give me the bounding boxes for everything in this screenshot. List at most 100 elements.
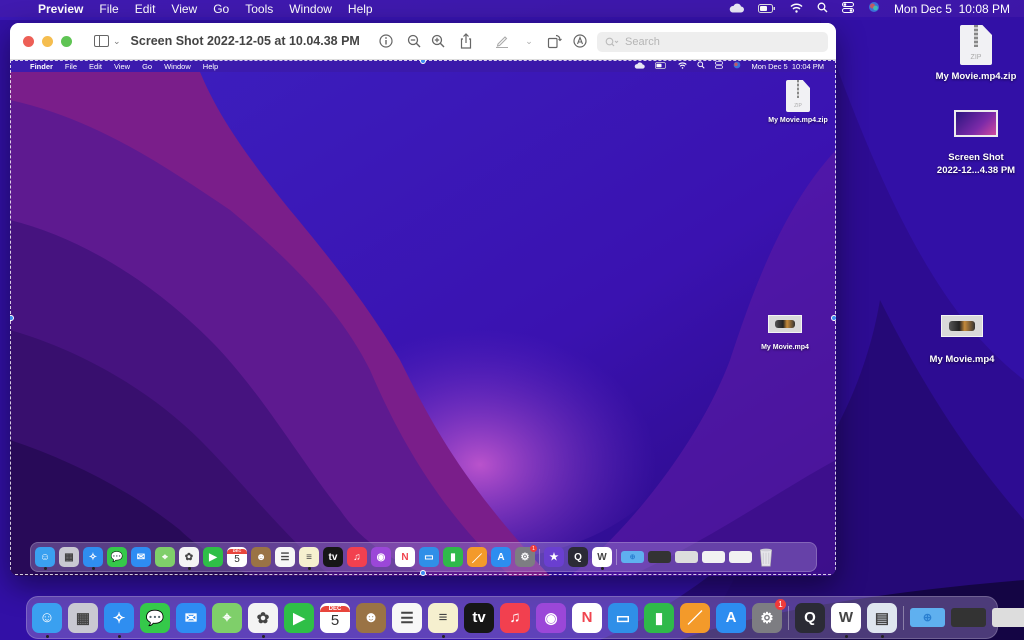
sidebar-toggle-icon[interactable]	[94, 35, 109, 47]
running-indicator	[261, 634, 265, 638]
dock-app-keynote[interactable]: ▭	[608, 602, 638, 633]
dock-app-maps[interactable]: ⌖	[212, 602, 242, 633]
selection-rectangle[interactable]	[10, 60, 836, 576]
markup-menu-chevron-icon[interactable]: ⌄	[521, 33, 537, 49]
search-placeholder: Search	[625, 36, 660, 48]
dock-app-finder[interactable]: ☺	[32, 602, 62, 638]
dock-app-system-preferences[interactable]: ⚙ 1	[752, 598, 786, 633]
zip-file-icon: ZIP	[960, 25, 992, 65]
minimize-button[interactable]	[42, 35, 53, 47]
dock-stack-recent-safari-window[interactable]	[951, 608, 986, 627]
calendar-month: DEC	[320, 605, 350, 613]
messages-icon: 💬	[145, 609, 165, 627]
finder-icon: ☺	[39, 609, 55, 626]
share-icon[interactable]	[458, 33, 474, 49]
menu-window[interactable]: Window	[289, 2, 332, 16]
dock-app-photos[interactable]: ✿	[248, 602, 278, 638]
dock-app-preview[interactable]: ▤	[867, 602, 897, 638]
microsoft-word-icon: W	[838, 609, 854, 626]
dock-app-tv[interactable]: tv	[464, 602, 494, 633]
notes-icon: ≡	[438, 609, 448, 626]
podcasts-icon: ◉	[544, 609, 558, 627]
icloud-icon[interactable]	[729, 2, 744, 16]
spotlight-search-icon[interactable]	[817, 2, 828, 16]
dock-app-messages[interactable]: 💬	[140, 602, 170, 633]
zoom-in-icon[interactable]	[430, 33, 446, 49]
facetime-icon: ▶	[293, 609, 305, 627]
dock-app-contacts[interactable]: ☻	[356, 602, 386, 633]
wifi-icon[interactable]	[790, 2, 803, 16]
running-indicator	[117, 634, 121, 638]
chevron-down-icon[interactable]: ⌄	[113, 36, 121, 47]
selection-handle-left[interactable]	[10, 315, 14, 321]
dock-app-music[interactable]: ♫	[500, 602, 530, 633]
menu-help[interactable]: Help	[348, 2, 373, 16]
desktop-icon-screenshot[interactable]: Screen Shot 2022-12...4.38 PM	[930, 110, 1022, 176]
running-indicator	[844, 634, 848, 638]
dock-app-quicktime-player[interactable]: Q	[795, 602, 825, 633]
mail-icon: ✉	[184, 609, 198, 627]
preview-window: ⌄ Screen Shot 2022-12-05 at 10.04.38 PM …	[10, 23, 836, 576]
menu-file[interactable]: File	[99, 2, 118, 16]
contacts-icon: ☻	[363, 609, 379, 626]
movie-thumbnail-icon	[941, 315, 983, 337]
dock-app-pages[interactable]: ／	[680, 602, 710, 633]
dock-app-reminders[interactable]: ☰	[392, 602, 422, 633]
search-icon	[605, 37, 619, 47]
dock-app-safari[interactable]: ✧	[104, 602, 134, 638]
selection-handle-bottom[interactable]	[420, 570, 426, 576]
menu-app-name[interactable]: Preview	[38, 2, 83, 16]
rotate-icon[interactable]	[546, 33, 562, 49]
preview-icon: ▤	[874, 609, 890, 627]
menu-tools[interactable]: Tools	[245, 2, 273, 16]
desktop-icon-movie[interactable]: My Movie.mp4	[922, 315, 1002, 365]
menu-view[interactable]: View	[171, 2, 197, 16]
desktop-icon-zip[interactable]: ZIP My Movie.mp4.zip	[930, 25, 1022, 82]
menu-go[interactable]: Go	[213, 2, 229, 16]
dock-app-calendar[interactable]: DEC 5	[320, 602, 350, 633]
zoom-out-icon[interactable]	[406, 33, 422, 49]
desktop-icon-label: Screen Shot	[948, 152, 1004, 163]
window-titlebar[interactable]: ⌄ Screen Shot 2022-12-05 at 10.04.38 PM …	[10, 23, 836, 60]
selection-handle-top[interactable]	[420, 60, 426, 64]
dock: ☺ ▦ ✧ 💬 ✉ ⌖ ✿ ▶ DEC 5 ☻ ☰ ≡ tv ♫ ◉ N ▭ ▮ ／ A ⚙ 1 Q W ▤ ⊕	[26, 596, 1024, 639]
annotate-icon[interactable]	[572, 33, 588, 49]
window-title: Screen Shot 2022-12-05 at 10.04.38 PM	[130, 34, 360, 48]
quicktime-player-icon: Q	[804, 609, 816, 626]
dock-app-numbers[interactable]: ▮	[644, 602, 674, 633]
search-field[interactable]: Search	[597, 32, 828, 52]
close-button[interactable]	[23, 35, 34, 47]
tv-icon: tv	[472, 609, 486, 626]
menu-bar: Preview File Edit View Go Tools Window H…	[0, 0, 1024, 17]
numbers-icon: ▮	[654, 609, 664, 627]
music-icon: ♫	[509, 609, 521, 626]
dock-app-news[interactable]: N	[572, 602, 602, 633]
battery-icon[interactable]	[757, 2, 776, 16]
downloads-icon: ⊕	[922, 612, 933, 624]
dock-app-app-store[interactable]: A	[716, 602, 746, 633]
control-center-icon[interactable]	[841, 1, 854, 16]
selection-handle-right[interactable]	[831, 315, 836, 321]
notification-badge: 1	[775, 598, 786, 610]
calendar-icon: 5	[330, 612, 340, 630]
dock-app-podcasts[interactable]: ◉	[536, 602, 566, 633]
siri-icon[interactable]	[868, 1, 880, 16]
dock-app-notes[interactable]: ≡	[428, 602, 458, 638]
dock-stack-recent-photos-window[interactable]	[992, 608, 1024, 627]
menu-edit[interactable]: Edit	[135, 2, 156, 16]
menu-clock[interactable]: Mon Dec 5 10:08 PM	[894, 2, 1010, 16]
info-icon[interactable]	[378, 33, 394, 49]
dock-app-microsoft-word[interactable]: W	[831, 602, 861, 638]
keynote-icon: ▭	[615, 609, 631, 627]
dock-separator	[903, 605, 904, 630]
dock-stack-downloads[interactable]: ⊕	[910, 608, 945, 627]
desktop-icon-label: My Movie.mp4	[929, 354, 995, 365]
dock-app-facetime[interactable]: ▶	[284, 602, 314, 633]
dock-app-launchpad[interactable]: ▦	[68, 602, 98, 633]
photos-icon: ✿	[256, 609, 270, 627]
markup-pen-icon[interactable]	[494, 33, 510, 49]
screenshot-canvas[interactable]: Finder File Edit View Go Window Help Mon…	[10, 60, 836, 576]
dock-app-mail[interactable]: ✉	[176, 602, 206, 633]
zoom-button[interactable]	[61, 35, 72, 47]
app-store-icon: A	[725, 609, 737, 626]
